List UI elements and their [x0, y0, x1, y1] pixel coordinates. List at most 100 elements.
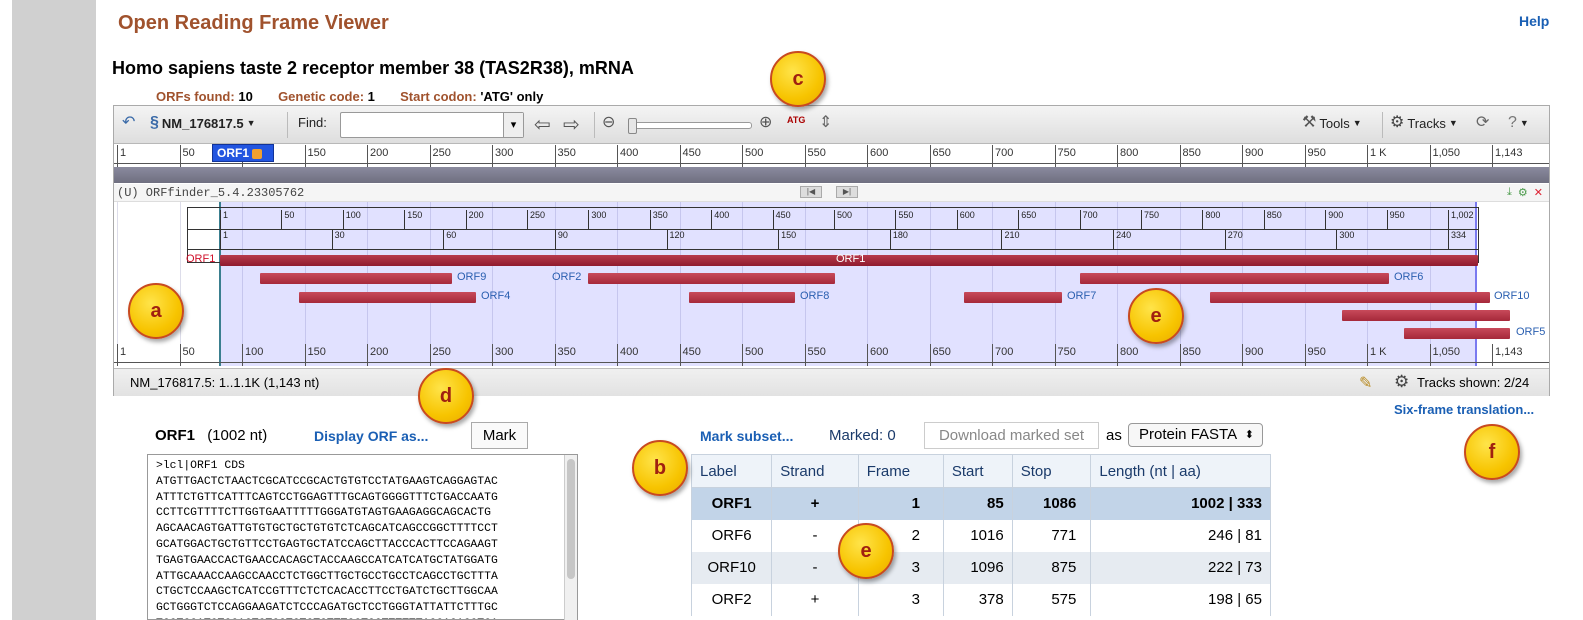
- ruler-tick-label: 500: [745, 147, 764, 159]
- gear-icon[interactable]: ⚙: [1394, 372, 1409, 392]
- ruler-tick: 1 K: [1367, 145, 1387, 167]
- orf-sequence-textbox[interactable]: >lcl|ORF1 CDS ATGTTGACTCTAACTCGCATCCGCAC…: [147, 454, 578, 620]
- ruler-tick: 350: [554, 344, 576, 366]
- mark-subset-link[interactable]: Mark subset...: [700, 428, 793, 444]
- ruler-tick-label: 350: [557, 346, 576, 358]
- inner-ruler-tick: 1,002: [1448, 210, 1474, 230]
- format-select[interactable]: Protein FASTA ⬍: [1128, 423, 1263, 447]
- ruler-tick: 450: [679, 344, 701, 366]
- cell-length: 222 | 73: [1090, 551, 1271, 584]
- find-dropdown-button[interactable]: ▾: [503, 113, 523, 137]
- ruler-tick: 1: [117, 145, 126, 167]
- help-link[interactable]: Help: [1519, 13, 1549, 29]
- ruler-tick-label: 500: [745, 346, 764, 358]
- viewer-toolbar: ↶ § NM_176817.5 ▼ Find: ▾ ⇦ ⇨ ⊖ ⊕ ATG ⇕ …: [114, 106, 1549, 144]
- back-button[interactable]: ↶: [122, 115, 135, 131]
- download-marked-button[interactable]: Download marked set: [924, 422, 1099, 449]
- next-feature-button[interactable]: ▶|: [836, 186, 858, 198]
- sequence-scrollbar[interactable]: [564, 455, 577, 620]
- callout-e-graphic: e: [1128, 288, 1184, 344]
- orf7-bar[interactable]: [964, 292, 1062, 303]
- ruler-tick: 250: [429, 145, 451, 167]
- inner-ruler-tick: 850: [1263, 210, 1282, 230]
- accession-menu[interactable]: § NM_176817.5 ▼: [150, 115, 256, 131]
- ruler-tick: 600: [867, 344, 888, 366]
- question-icon: ?: [1508, 114, 1517, 131]
- ruler-tick: 950: [1304, 145, 1326, 167]
- tools-menu[interactable]: ⚒ Tools ▼: [1302, 115, 1362, 131]
- orf7-label: ORF7: [1067, 290, 1097, 302]
- toolbar-separator: [1382, 112, 1383, 138]
- six-frame-link[interactable]: Six-frame translation...: [1394, 402, 1534, 417]
- column-header[interactable]: Frame: [857, 454, 944, 488]
- orf6-bar[interactable]: [1080, 273, 1389, 284]
- zoom-out-button[interactable]: ⊖: [602, 115, 615, 131]
- inner-ruler-tick: 100: [342, 210, 361, 230]
- mark-button[interactable]: Mark: [471, 422, 528, 449]
- inner-ruler-tick: 150: [778, 230, 796, 250]
- edit-icon[interactable]: ✎: [1359, 373, 1372, 393]
- ruler-tick: 650: [929, 344, 951, 366]
- orf8-bar[interactable]: [689, 292, 795, 303]
- column-header[interactable]: Label: [690, 454, 773, 488]
- zoom-in-button[interactable]: ⊕: [759, 115, 772, 131]
- ruler-tick-label: 950: [1307, 147, 1326, 159]
- column-header[interactable]: Length (nt | aa): [1090, 454, 1271, 488]
- ruler-tick-label: 200: [370, 147, 389, 159]
- pan-right-button[interactable]: ⇨: [563, 115, 580, 135]
- table-row[interactable]: ORF10-3 1096 875 222 | 73: [690, 551, 1271, 584]
- pan-left-button[interactable]: ⇦: [534, 115, 551, 135]
- display-orf-link[interactable]: Display ORF as...: [314, 428, 428, 444]
- column-header[interactable]: Start: [942, 454, 1013, 488]
- ruler-tick: 800: [1117, 145, 1138, 167]
- ruler-tick-label: 250: [432, 147, 451, 159]
- inner-ruler-tick: 400: [711, 210, 729, 230]
- orf9-bar[interactable]: [260, 273, 452, 284]
- find-input[interactable]: ▾: [340, 112, 524, 138]
- download-icon[interactable]: ⤓: [1507, 186, 1512, 199]
- cell-stop: 1086: [1011, 487, 1092, 520]
- orfs-found-label: ORFs found:: [156, 89, 235, 104]
- scrollbar-thumb[interactable]: [567, 459, 575, 579]
- orf5-bar[interactable]: [1404, 328, 1510, 339]
- format-selected: Protein FASTA: [1139, 426, 1238, 443]
- ruler-tick-label: 450: [682, 346, 701, 358]
- column-header[interactable]: Strand: [771, 454, 859, 488]
- inner-ruler-tick: 150: [404, 210, 422, 230]
- selected-orf-badge[interactable]: ORF1: [212, 144, 274, 162]
- cell-strand: +: [771, 487, 859, 520]
- refresh-button[interactable]: ⟳: [1476, 115, 1489, 131]
- selected-orf-badge-label: ORF1: [217, 146, 250, 160]
- genetic-code-label: Genetic code:: [278, 89, 365, 104]
- help-menu[interactable]: ? ▼: [1508, 115, 1529, 131]
- orf3-bar[interactable]: [1342, 310, 1510, 321]
- table-row[interactable]: ORF6-2 1016 771 246 | 81: [690, 519, 1271, 552]
- orf4-bar[interactable]: [299, 292, 476, 303]
- zoom-slider-thumb[interactable]: [628, 118, 637, 134]
- orf10-bar[interactable]: [1210, 292, 1490, 303]
- fit-vertical-button[interactable]: ⇕: [819, 115, 832, 131]
- zoom-slider[interactable]: [628, 118, 752, 134]
- track-controls: ⤓ ⚙ ✕: [1507, 186, 1543, 199]
- ruler-tick-label: 1,050: [1432, 147, 1461, 159]
- orf2-bar[interactable]: [588, 273, 835, 284]
- cell-length: 246 | 81: [1090, 519, 1271, 552]
- settings-icon[interactable]: ⚙: [1518, 186, 1528, 199]
- tracks-menu[interactable]: ⚙ Tracks ▼: [1390, 115, 1458, 131]
- ruler-tick: 650: [929, 145, 951, 167]
- ruler-tick: 1,143: [1492, 145, 1523, 167]
- inner-ruler-tick: 120: [666, 230, 685, 250]
- inner-ruler-tick: 240: [1113, 230, 1131, 250]
- atg-label: ATG: [787, 115, 806, 125]
- close-icon[interactable]: ✕: [1534, 186, 1543, 199]
- left-gutter: [12, 0, 96, 620]
- as-label: as: [1106, 427, 1122, 444]
- table-row[interactable]: ORF1 +1 85 1086 1002 | 333: [690, 487, 1271, 520]
- ruler-tick-label: 1,143: [1495, 147, 1523, 159]
- atg-button[interactable]: ATG: [787, 115, 805, 125]
- cell-label: ORF1: [690, 487, 773, 520]
- orf5-label: ORF5: [1516, 326, 1546, 338]
- column-header[interactable]: Stop: [1011, 454, 1092, 488]
- prev-feature-button[interactable]: |◀: [800, 186, 822, 198]
- table-row[interactable]: ORF2 +3 378 575 198 | 65: [690, 583, 1271, 616]
